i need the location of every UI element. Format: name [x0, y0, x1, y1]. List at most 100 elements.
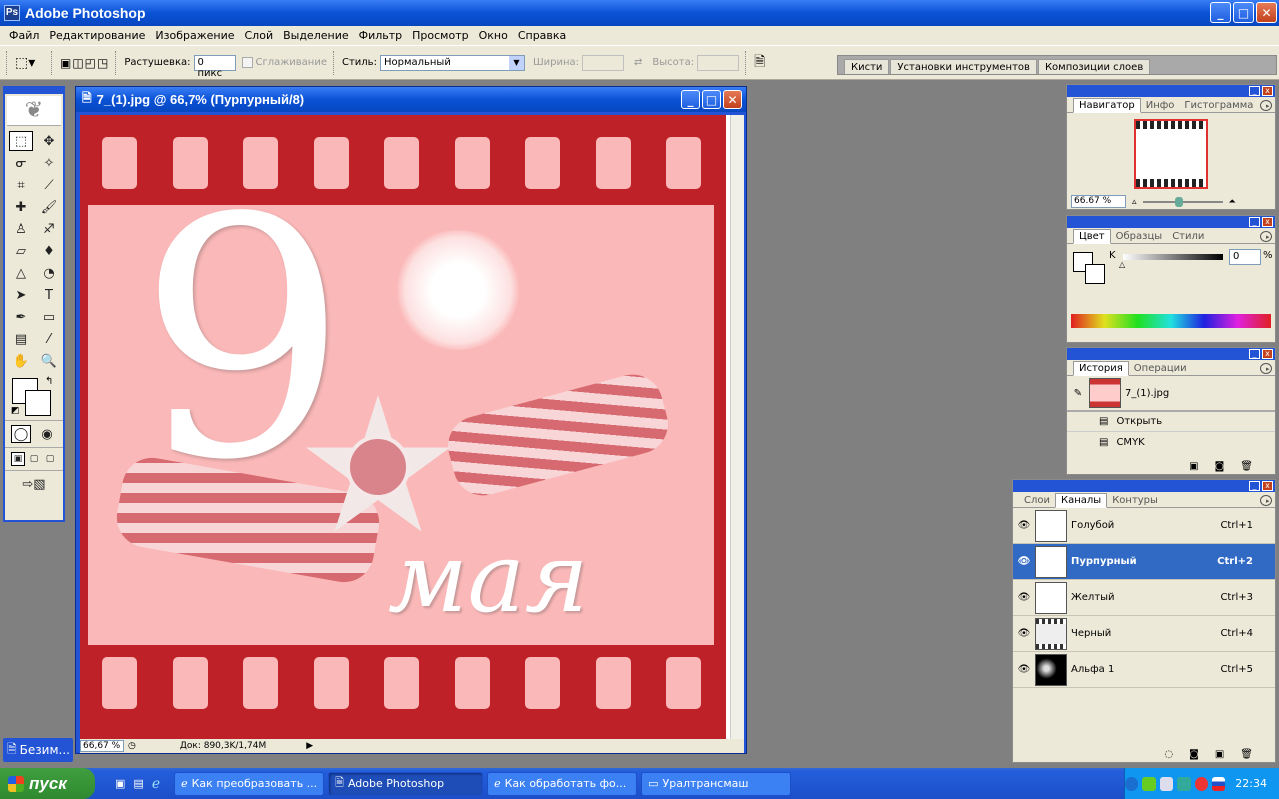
- save-selection-icon[interactable]: ◙: [1189, 749, 1199, 760]
- eraser-tool-icon[interactable]: ▱: [9, 241, 33, 261]
- pen-tool-icon[interactable]: ✒: [9, 307, 33, 327]
- quicklaunch-ie-icon[interactable]: ℯ: [152, 776, 160, 792]
- antialias-checkbox[interactable]: [241, 57, 253, 68]
- quicklaunch-media-icon[interactable]: ▤: [133, 777, 143, 790]
- zoom-in-icon[interactable]: ⏶: [1229, 197, 1236, 207]
- eye-icon[interactable]: 👁: [1013, 628, 1035, 639]
- vertical-scrollbar[interactable]: [730, 115, 744, 739]
- standard-mode-icon[interactable]: ◯: [11, 425, 32, 443]
- menu-view[interactable]: Просмотр: [407, 29, 473, 42]
- doc-minimize-button[interactable]: _: [681, 90, 700, 109]
- path-selection-icon[interactable]: ➤: [9, 285, 33, 305]
- maximize-button[interactable]: □: [1233, 2, 1254, 23]
- panel-minimize-icon[interactable]: _: [1249, 349, 1260, 359]
- zoom-slider[interactable]: [1142, 196, 1223, 207]
- swap-colors-icon[interactable]: ↰: [45, 376, 53, 387]
- panel-menu-icon[interactable]: ▸: [1260, 100, 1272, 111]
- zoom-out-icon[interactable]: ▵: [1132, 197, 1137, 207]
- channel-row-yellow[interactable]: 👁 Желтый Ctrl+3: [1013, 580, 1275, 616]
- screen-mode-full-icon[interactable]: ▢: [43, 452, 57, 466]
- magic-wand-icon[interactable]: ✧: [37, 153, 61, 173]
- history-item[interactable]: ▤ CMYK: [1067, 432, 1275, 452]
- eye-icon[interactable]: 👁: [1013, 556, 1035, 567]
- tray-sun-icon[interactable]: [1142, 776, 1156, 791]
- jump-to-imageready-icon[interactable]: ⇨▧: [11, 475, 57, 493]
- style-select[interactable]: Нормальный ▼: [379, 54, 525, 71]
- history-brush-source-icon[interactable]: ✎: [1067, 388, 1089, 399]
- options-grip[interactable]: [6, 50, 9, 75]
- menu-layer[interactable]: Слой: [240, 29, 279, 42]
- minimize-button[interactable]: _: [1210, 2, 1231, 23]
- panel-menu-icon[interactable]: ▸: [1260, 495, 1272, 506]
- menu-select[interactable]: Выделение: [278, 29, 354, 42]
- menu-edit[interactable]: Редактирование: [44, 29, 150, 42]
- new-snapshot-icon[interactable]: ◙: [1215, 461, 1225, 472]
- doc-maximize-button[interactable]: □: [702, 90, 721, 109]
- tray-antivirus-icon[interactable]: [1194, 776, 1208, 791]
- eye-icon[interactable]: 👁: [1013, 664, 1035, 675]
- feather-logo-icon[interactable]: ❦: [7, 96, 61, 126]
- tab-layers[interactable]: Слои: [1019, 494, 1055, 507]
- document-titlebar[interactable]: 🗎 7_(1).jpg @ 66,7% (Пурпурный/8): [76, 87, 746, 112]
- crop-tool-icon[interactable]: ⌗: [9, 175, 33, 195]
- background-color-swatch[interactable]: [25, 390, 51, 416]
- tab-info[interactable]: Инфо: [1141, 99, 1180, 112]
- new-document-icon[interactable]: ▣: [1189, 461, 1198, 472]
- channel-row-cyan[interactable]: 👁 Голубой Ctrl+1: [1013, 508, 1275, 544]
- menu-help[interactable]: Справка: [513, 29, 571, 42]
- shape-tool-icon[interactable]: ▭: [37, 307, 61, 327]
- navigator-zoom-field[interactable]: 66.67 %: [1071, 195, 1126, 208]
- task-button-browser-2[interactable]: ℯ Как обработать фо...: [487, 771, 638, 796]
- zoom-tool-icon[interactable]: 🔍: [37, 351, 61, 371]
- menu-filter[interactable]: Фильтр: [354, 29, 408, 42]
- tab-tool-presets[interactable]: Установки инструментов: [890, 59, 1037, 74]
- tab-styles[interactable]: Стили: [1167, 230, 1209, 243]
- new-channel-icon[interactable]: ▣: [1215, 749, 1224, 760]
- history-brush-icon[interactable]: ♐: [37, 219, 61, 239]
- navigator-thumbnail[interactable]: [1134, 119, 1208, 189]
- panel-menu-icon[interactable]: ▸: [1260, 363, 1272, 374]
- eye-icon[interactable]: 👁: [1013, 520, 1035, 531]
- close-button[interactable]: ✕: [1256, 2, 1277, 23]
- status-menu-icon[interactable]: ◷: [128, 741, 136, 751]
- panel-minimize-icon[interactable]: _: [1249, 481, 1260, 491]
- k-slider[interactable]: [1123, 254, 1223, 260]
- tab-histogram[interactable]: Гистограмма: [1179, 99, 1258, 112]
- history-snapshot-row[interactable]: ✎ 7_(1).jpg: [1067, 376, 1275, 412]
- tray-language-icon[interactable]: [1211, 776, 1226, 791]
- clone-stamp-icon[interactable]: ♙: [9, 219, 33, 239]
- tray-arrow-icon[interactable]: [1125, 776, 1139, 791]
- screen-mode-standard-icon[interactable]: ▣: [11, 452, 25, 466]
- tab-color[interactable]: Цвет: [1073, 229, 1111, 244]
- screen-mode-full-menu-icon[interactable]: ▢: [27, 452, 41, 466]
- default-colors-icon[interactable]: ◩: [11, 406, 20, 416]
- doc-close-button[interactable]: ✕: [723, 90, 742, 109]
- tray-app-icon[interactable]: [1177, 776, 1191, 791]
- brush-tool-icon[interactable]: 🖌: [37, 197, 61, 217]
- marquee-preset-icon[interactable]: ⬚▾: [15, 55, 45, 71]
- paint-bucket-icon[interactable]: ♦: [37, 241, 61, 261]
- tab-navigator[interactable]: Навигатор: [1073, 98, 1141, 113]
- lasso-tool-icon[interactable]: ᓂ: [9, 153, 33, 173]
- panel-close-icon[interactable]: x: [1262, 481, 1273, 491]
- task-button-browser-1[interactable]: ℯ Как преобразовать ...: [174, 771, 325, 796]
- feather-input[interactable]: 0 пикс: [193, 54, 236, 79]
- type-tool-icon[interactable]: T: [37, 285, 61, 305]
- tab-brushes[interactable]: Кисти: [844, 59, 890, 74]
- tab-swatches[interactable]: Образцы: [1111, 230, 1168, 243]
- file-browser-icon[interactable]: 🗎: [754, 51, 765, 75]
- move-tool-icon[interactable]: ✥: [37, 131, 61, 151]
- minimized-document[interactable]: 🗎 Безим...: [3, 738, 73, 762]
- start-button[interactable]: пуск: [0, 768, 95, 799]
- hand-tool-icon[interactable]: ✋: [9, 351, 33, 371]
- menu-image[interactable]: Изображение: [150, 29, 239, 42]
- load-selection-icon[interactable]: ◌: [1164, 749, 1173, 760]
- k-value-input[interactable]: 0: [1229, 249, 1261, 265]
- menu-window[interactable]: Окно: [474, 29, 513, 42]
- dodge-tool-icon[interactable]: ◔: [37, 263, 61, 283]
- task-button-photoshop[interactable]: 🗎 Adobe Photoshop: [328, 771, 484, 796]
- channel-row-black[interactable]: 👁 Черный Ctrl+4: [1013, 616, 1275, 652]
- tab-actions[interactable]: Операции: [1129, 362, 1192, 375]
- quicklaunch-desktop-icon[interactable]: ▣: [115, 777, 125, 790]
- eyedropper-icon[interactable]: ⁄: [37, 329, 61, 349]
